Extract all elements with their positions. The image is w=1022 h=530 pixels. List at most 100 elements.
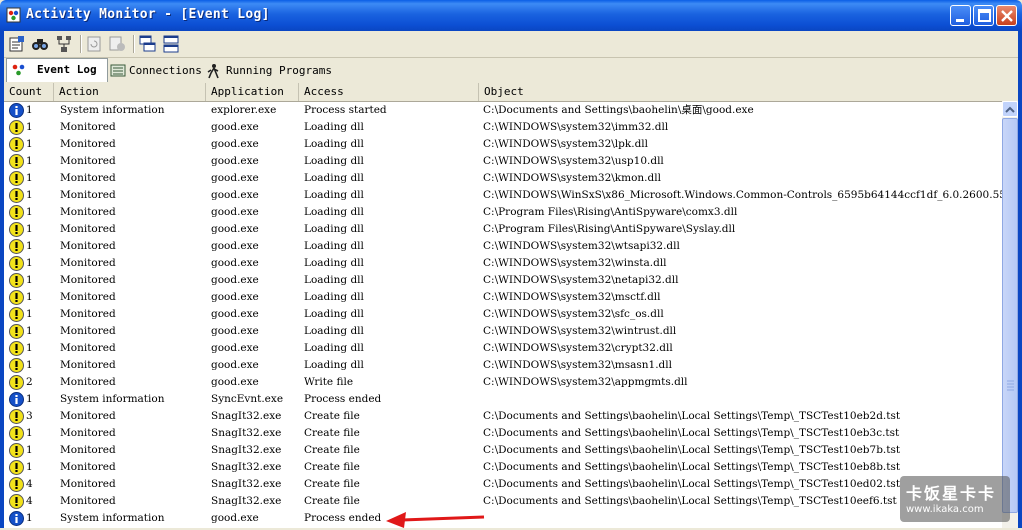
table-row[interactable]: 1 Monitored good.exe Loading dll C:\Program … — [4, 221, 1002, 238]
cell-application: good.exe — [211, 206, 259, 218]
cell-access: Process started — [304, 104, 387, 116]
watermark-title: 卡饭星卡卡 — [906, 484, 997, 503]
cell-object: C:\WINDOWS\system32\sfc_os.dll — [483, 308, 664, 320]
cell-object: C:\WINDOWS\system32\msctf.dll — [483, 291, 661, 303]
watermark-url: www.ikaka.com — [906, 504, 984, 515]
cell-application: SnagIt32.exe — [211, 495, 282, 507]
table-row[interactable]: 3 Monitored SnagIt32.exe Create file C:\Docu… — [4, 408, 1002, 425]
table-row[interactable]: 1 Monitored good.exe Loading dll C:\WINDOWS\… — [4, 340, 1002, 357]
network-icon[interactable] — [55, 35, 73, 53]
find-icon[interactable] — [31, 35, 49, 53]
warning-icon — [9, 477, 24, 492]
warning-icon — [9, 443, 24, 458]
properties-icon[interactable] — [8, 35, 26, 53]
column-header-application[interactable]: Application — [206, 83, 299, 101]
refresh-icon[interactable] — [85, 35, 103, 53]
cell-access: Loading dll — [304, 274, 364, 286]
table-row[interactable]: 4 Monitored SnagIt32.exe Create file C:\Docu… — [4, 476, 1002, 493]
title-bar[interactable]: Activity Monitor - [Event Log] — [0, 0, 1022, 31]
table-row[interactable]: 4 Monitored SnagIt32.exe Create file C:\Docu… — [4, 493, 1002, 510]
cell-access: Loading dll — [304, 172, 364, 184]
cell-application: good.exe — [211, 223, 259, 235]
cell-object: C:\WINDOWS\system32\winsta.dll — [483, 257, 667, 269]
connections-icon — [110, 64, 126, 77]
cell-object: C:\WINDOWS\WinSxS\x86_Microsoft.Windows.… — [483, 189, 1002, 201]
toolbar-separator — [133, 35, 135, 53]
list-header: Count Action Application Access Object — [4, 83, 1002, 102]
table-row[interactable]: 1 Monitored good.exe Loading dll C:\WINDOWS\… — [4, 323, 1002, 340]
cell-count: 1 — [26, 138, 33, 150]
cascade-icon[interactable] — [139, 35, 157, 53]
table-row[interactable]: 2 Monitored good.exe Write file C:\WINDOWS\s… — [4, 374, 1002, 391]
tab-running-programs[interactable]: Running Programs — [204, 60, 332, 80]
table-row[interactable]: 1 Monitored good.exe Loading dll C:\WINDOWS\… — [4, 357, 1002, 374]
table-row[interactable]: 1 Monitored SnagIt32.exe Create file C:\Docu… — [4, 425, 1002, 442]
table-row[interactable]: 1 System information explorer.exe Process s… — [4, 102, 1002, 119]
table-row[interactable]: 1 Monitored good.exe Loading dll C:\WINDOWS\… — [4, 306, 1002, 323]
cell-action: Monitored — [60, 291, 116, 303]
minimize-icon — [956, 19, 964, 22]
tab-connections[interactable]: Connections — [108, 60, 202, 80]
close-button[interactable] — [996, 5, 1017, 26]
cell-access: Loading dll — [304, 308, 364, 320]
cell-object: C:\WINDOWS\system32\msasn1.dll — [483, 359, 672, 371]
table-row[interactable]: 1 System information good.exe Process ended — [4, 510, 1002, 527]
column-header-access[interactable]: Access — [299, 83, 479, 101]
cell-count: 4 — [26, 478, 33, 490]
tab-label: Connections — [129, 64, 202, 77]
info-icon — [9, 103, 24, 118]
cell-object: C:\WINDOWS\system32\netapi32.dll — [483, 274, 679, 286]
cell-application: good.exe — [211, 376, 259, 388]
column-header-count[interactable]: Count — [4, 83, 54, 101]
table-row[interactable]: 1 Monitored good.exe Loading dll C:\WINDOWS\… — [4, 153, 1002, 170]
warning-icon — [9, 273, 24, 288]
cell-count: 1 — [26, 359, 33, 371]
cell-application: good.exe — [211, 155, 259, 167]
column-header-action[interactable]: Action — [54, 83, 206, 101]
cell-object: C:\WINDOWS\system32\crypt32.dll — [483, 342, 673, 354]
table-row[interactable]: 1 System information SyncEvnt.exe Process e… — [4, 391, 1002, 408]
close-icon — [1001, 10, 1013, 22]
table-row[interactable]: 1 Monitored SnagIt32.exe Create file C:\Docu… — [4, 459, 1002, 476]
table-row[interactable]: 1 Monitored good.exe Loading dll C:\WINDOWS\… — [4, 272, 1002, 289]
table-row[interactable]: 1 Monitored good.exe Loading dll C:\WINDOWS\… — [4, 136, 1002, 153]
maximize-button[interactable] — [973, 5, 994, 26]
cell-action: Monitored — [60, 444, 116, 456]
red-arrow-annotation — [386, 512, 485, 528]
cell-action: Monitored — [60, 121, 116, 133]
cell-count: 4 — [26, 495, 33, 507]
cell-application: good.exe — [211, 257, 259, 269]
tile-icon[interactable] — [162, 35, 180, 53]
table-row[interactable]: 1 Monitored good.exe Loading dll C:\Program … — [4, 204, 1002, 221]
table-row[interactable]: 1 Monitored good.exe Loading dll C:\WINDOWS\… — [4, 238, 1002, 255]
cell-application: good.exe — [211, 138, 259, 150]
cell-count: 1 — [26, 461, 33, 473]
table-row[interactable]: 1 Monitored good.exe Loading dll C:\WINDOWS\… — [4, 187, 1002, 204]
table-row[interactable]: 1 Monitored good.exe Loading dll C:\WINDOWS\… — [4, 289, 1002, 306]
cell-application: SnagIt32.exe — [211, 478, 282, 490]
cell-count: 1 — [26, 427, 33, 439]
cell-application: good.exe — [211, 189, 259, 201]
settings-icon[interactable] — [108, 35, 126, 53]
table-row[interactable]: 1 Monitored good.exe Loading dll C:\WINDOWS\… — [4, 255, 1002, 272]
table-row[interactable]: 1 Monitored SnagIt32.exe Create file C:\Docu… — [4, 442, 1002, 459]
info-icon — [9, 511, 24, 526]
column-header-object[interactable]: Object — [479, 83, 1002, 101]
cell-object: C:\WINDOWS\system32\lpk.dll — [483, 138, 649, 150]
cell-access: Loading dll — [304, 189, 364, 201]
cell-application: SnagIt32.exe — [211, 410, 282, 422]
minimize-button[interactable] — [950, 5, 971, 26]
warning-icon — [9, 324, 24, 339]
scrollbar-thumb[interactable] — [1002, 118, 1018, 513]
cell-count: 1 — [26, 189, 33, 201]
event-list[interactable]: Count Action Application Access Object 1… — [4, 83, 1002, 528]
table-row[interactable]: 1 Monitored good.exe Loading dll C:\WINDOWS\… — [4, 170, 1002, 187]
table-row[interactable]: 1 Monitored good.exe Loading dll C:\WINDOWS\… — [4, 119, 1002, 136]
cell-action: Monitored — [60, 461, 116, 473]
cell-object: C:\Documents and Settings\baohelin\Local… — [483, 461, 901, 473]
warning-icon — [9, 409, 24, 424]
vertical-scrollbar[interactable] — [1002, 101, 1018, 528]
tab-event-log[interactable]: Event Log — [6, 58, 108, 82]
cell-access: Loading dll — [304, 206, 364, 218]
scroll-up-button[interactable] — [1002, 101, 1018, 117]
